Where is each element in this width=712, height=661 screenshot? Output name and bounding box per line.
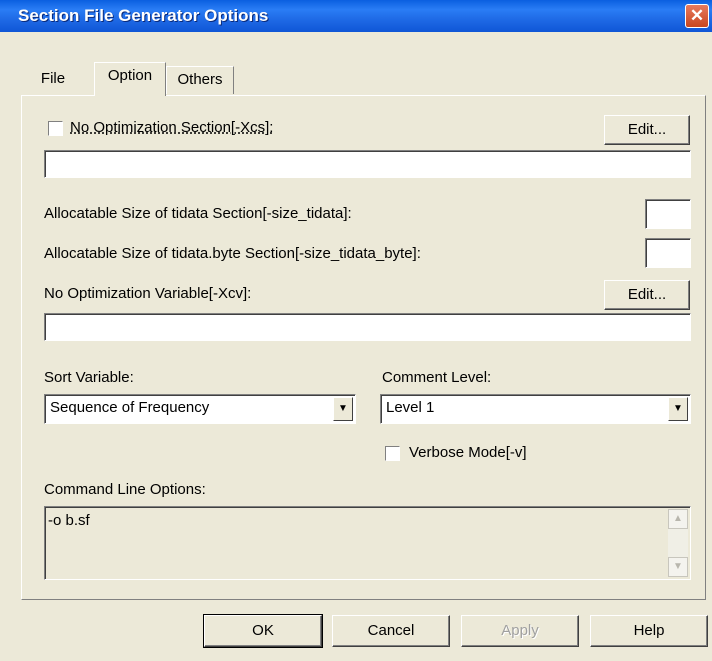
apply-button[interactable]: Apply [461, 615, 579, 647]
option-panel [21, 95, 706, 600]
ok-button[interactable]: OK [203, 614, 323, 648]
close-icon: ✕ [689, 6, 705, 25]
close-button[interactable]: ✕ [685, 4, 709, 28]
tab-others-label: Others [177, 71, 223, 88]
tab-option[interactable]: Option [94, 62, 166, 96]
title-bar[interactable]: Section File Generator Options ✕ [0, 0, 712, 32]
tab-file[interactable]: File [23, 66, 83, 94]
dialog-window: Section File Generator Options ✕ File Op… [0, 0, 712, 661]
tab-file-label: File [40, 70, 66, 87]
tab-option-label: Option [107, 67, 153, 84]
tab-others[interactable]: Others [166, 66, 234, 94]
window-title: Section File Generator Options [18, 6, 269, 25]
help-button[interactable]: Help [590, 615, 708, 647]
cancel-button[interactable]: Cancel [332, 615, 450, 647]
